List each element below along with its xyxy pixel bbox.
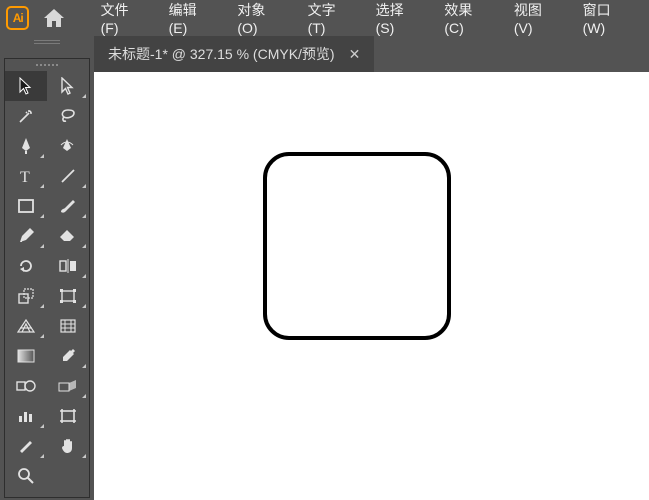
lasso-icon: [58, 107, 78, 125]
workspace: [94, 72, 649, 500]
tool-type[interactable]: T: [5, 161, 47, 191]
pen-icon: [18, 137, 34, 155]
brush-icon: [58, 197, 78, 215]
tool-hand[interactable]: [47, 431, 89, 461]
rotate-icon: [17, 257, 35, 275]
scale-icon: [17, 287, 35, 305]
tool-blend[interactable]: [5, 371, 47, 401]
line-icon: [59, 167, 77, 185]
pencil-icon: [17, 227, 35, 245]
tool-line[interactable]: [47, 161, 89, 191]
reflect-icon: [58, 258, 78, 274]
tool-direct-select[interactable]: [47, 71, 89, 101]
eyedropper-icon: [59, 347, 77, 365]
tool-free-transform[interactable]: [47, 281, 89, 311]
tool-pen[interactable]: [5, 131, 47, 161]
menu-effect[interactable]: 效果(C): [432, 0, 501, 42]
blend-icon: [16, 379, 36, 393]
tool-graph[interactable]: [5, 401, 47, 431]
options-grip[interactable]: [32, 40, 62, 49]
close-icon[interactable]: ✕: [349, 46, 361, 63]
symbol-icon: [58, 378, 78, 394]
tool-curvature[interactable]: [47, 131, 89, 161]
svg-text:T: T: [20, 169, 30, 184]
tool-pencil[interactable]: [5, 221, 47, 251]
slice-icon: [17, 437, 35, 455]
tool-rotate[interactable]: [5, 251, 47, 281]
tool-lasso[interactable]: [47, 101, 89, 131]
tool-eyedropper[interactable]: [47, 341, 89, 371]
document-tab-label: 未标题-1* @ 327.15 % (CMYK/预览): [108, 44, 335, 64]
tool-empty: [47, 461, 89, 491]
perspective-icon: [16, 318, 36, 334]
artboard-icon: [59, 408, 77, 424]
gradient-icon: [17, 349, 35, 363]
tool-brush[interactable]: [47, 191, 89, 221]
type-icon: T: [18, 168, 34, 184]
tool-zoom[interactable]: [5, 461, 47, 491]
rounded-rectangle-shape[interactable]: [263, 152, 451, 340]
tool-perspective[interactable]: [5, 311, 47, 341]
home-icon: [44, 9, 64, 27]
zoom-icon: [17, 467, 35, 485]
document-tab[interactable]: 未标题-1* @ 327.15 % (CMYK/预览) ✕: [94, 36, 374, 72]
graph-icon: [17, 408, 35, 424]
toolbox: T: [4, 58, 90, 498]
tool-eraser[interactable]: [47, 221, 89, 251]
tool-magic-wand[interactable]: [5, 101, 47, 131]
mesh-icon: [59, 318, 77, 334]
free-transform-icon: [58, 287, 78, 305]
toolbox-grip[interactable]: [5, 59, 89, 71]
tool-gradient[interactable]: [5, 341, 47, 371]
curvature-icon: [59, 137, 77, 155]
magic-wand-icon: [17, 107, 35, 125]
tool-symbol[interactable]: [47, 371, 89, 401]
tool-slice[interactable]: [5, 431, 47, 461]
menu-window[interactable]: 窗口(W): [571, 0, 643, 42]
direct-select-icon: [60, 77, 76, 95]
tool-scale[interactable]: [5, 281, 47, 311]
hand-icon: [59, 437, 77, 455]
options-bar: [0, 36, 94, 56]
tool-rect[interactable]: [5, 191, 47, 221]
menu-view[interactable]: 视图(V): [502, 0, 571, 42]
tool-reflect[interactable]: [47, 251, 89, 281]
app-logo: Ai: [6, 6, 29, 30]
artboard-canvas[interactable]: [94, 72, 649, 500]
left-column: T: [0, 36, 94, 500]
rect-icon: [17, 198, 35, 214]
selection-icon: [18, 77, 34, 95]
tool-selection[interactable]: [5, 71, 47, 101]
tool-artboard[interactable]: [47, 401, 89, 431]
app-topbar: Ai 文件(F) 编辑(E) 对象(O) 文字(T) 选择(S) 效果(C) 视…: [0, 0, 649, 36]
eraser-icon: [58, 228, 78, 244]
home-button[interactable]: [39, 3, 68, 33]
tool-mesh[interactable]: [47, 311, 89, 341]
